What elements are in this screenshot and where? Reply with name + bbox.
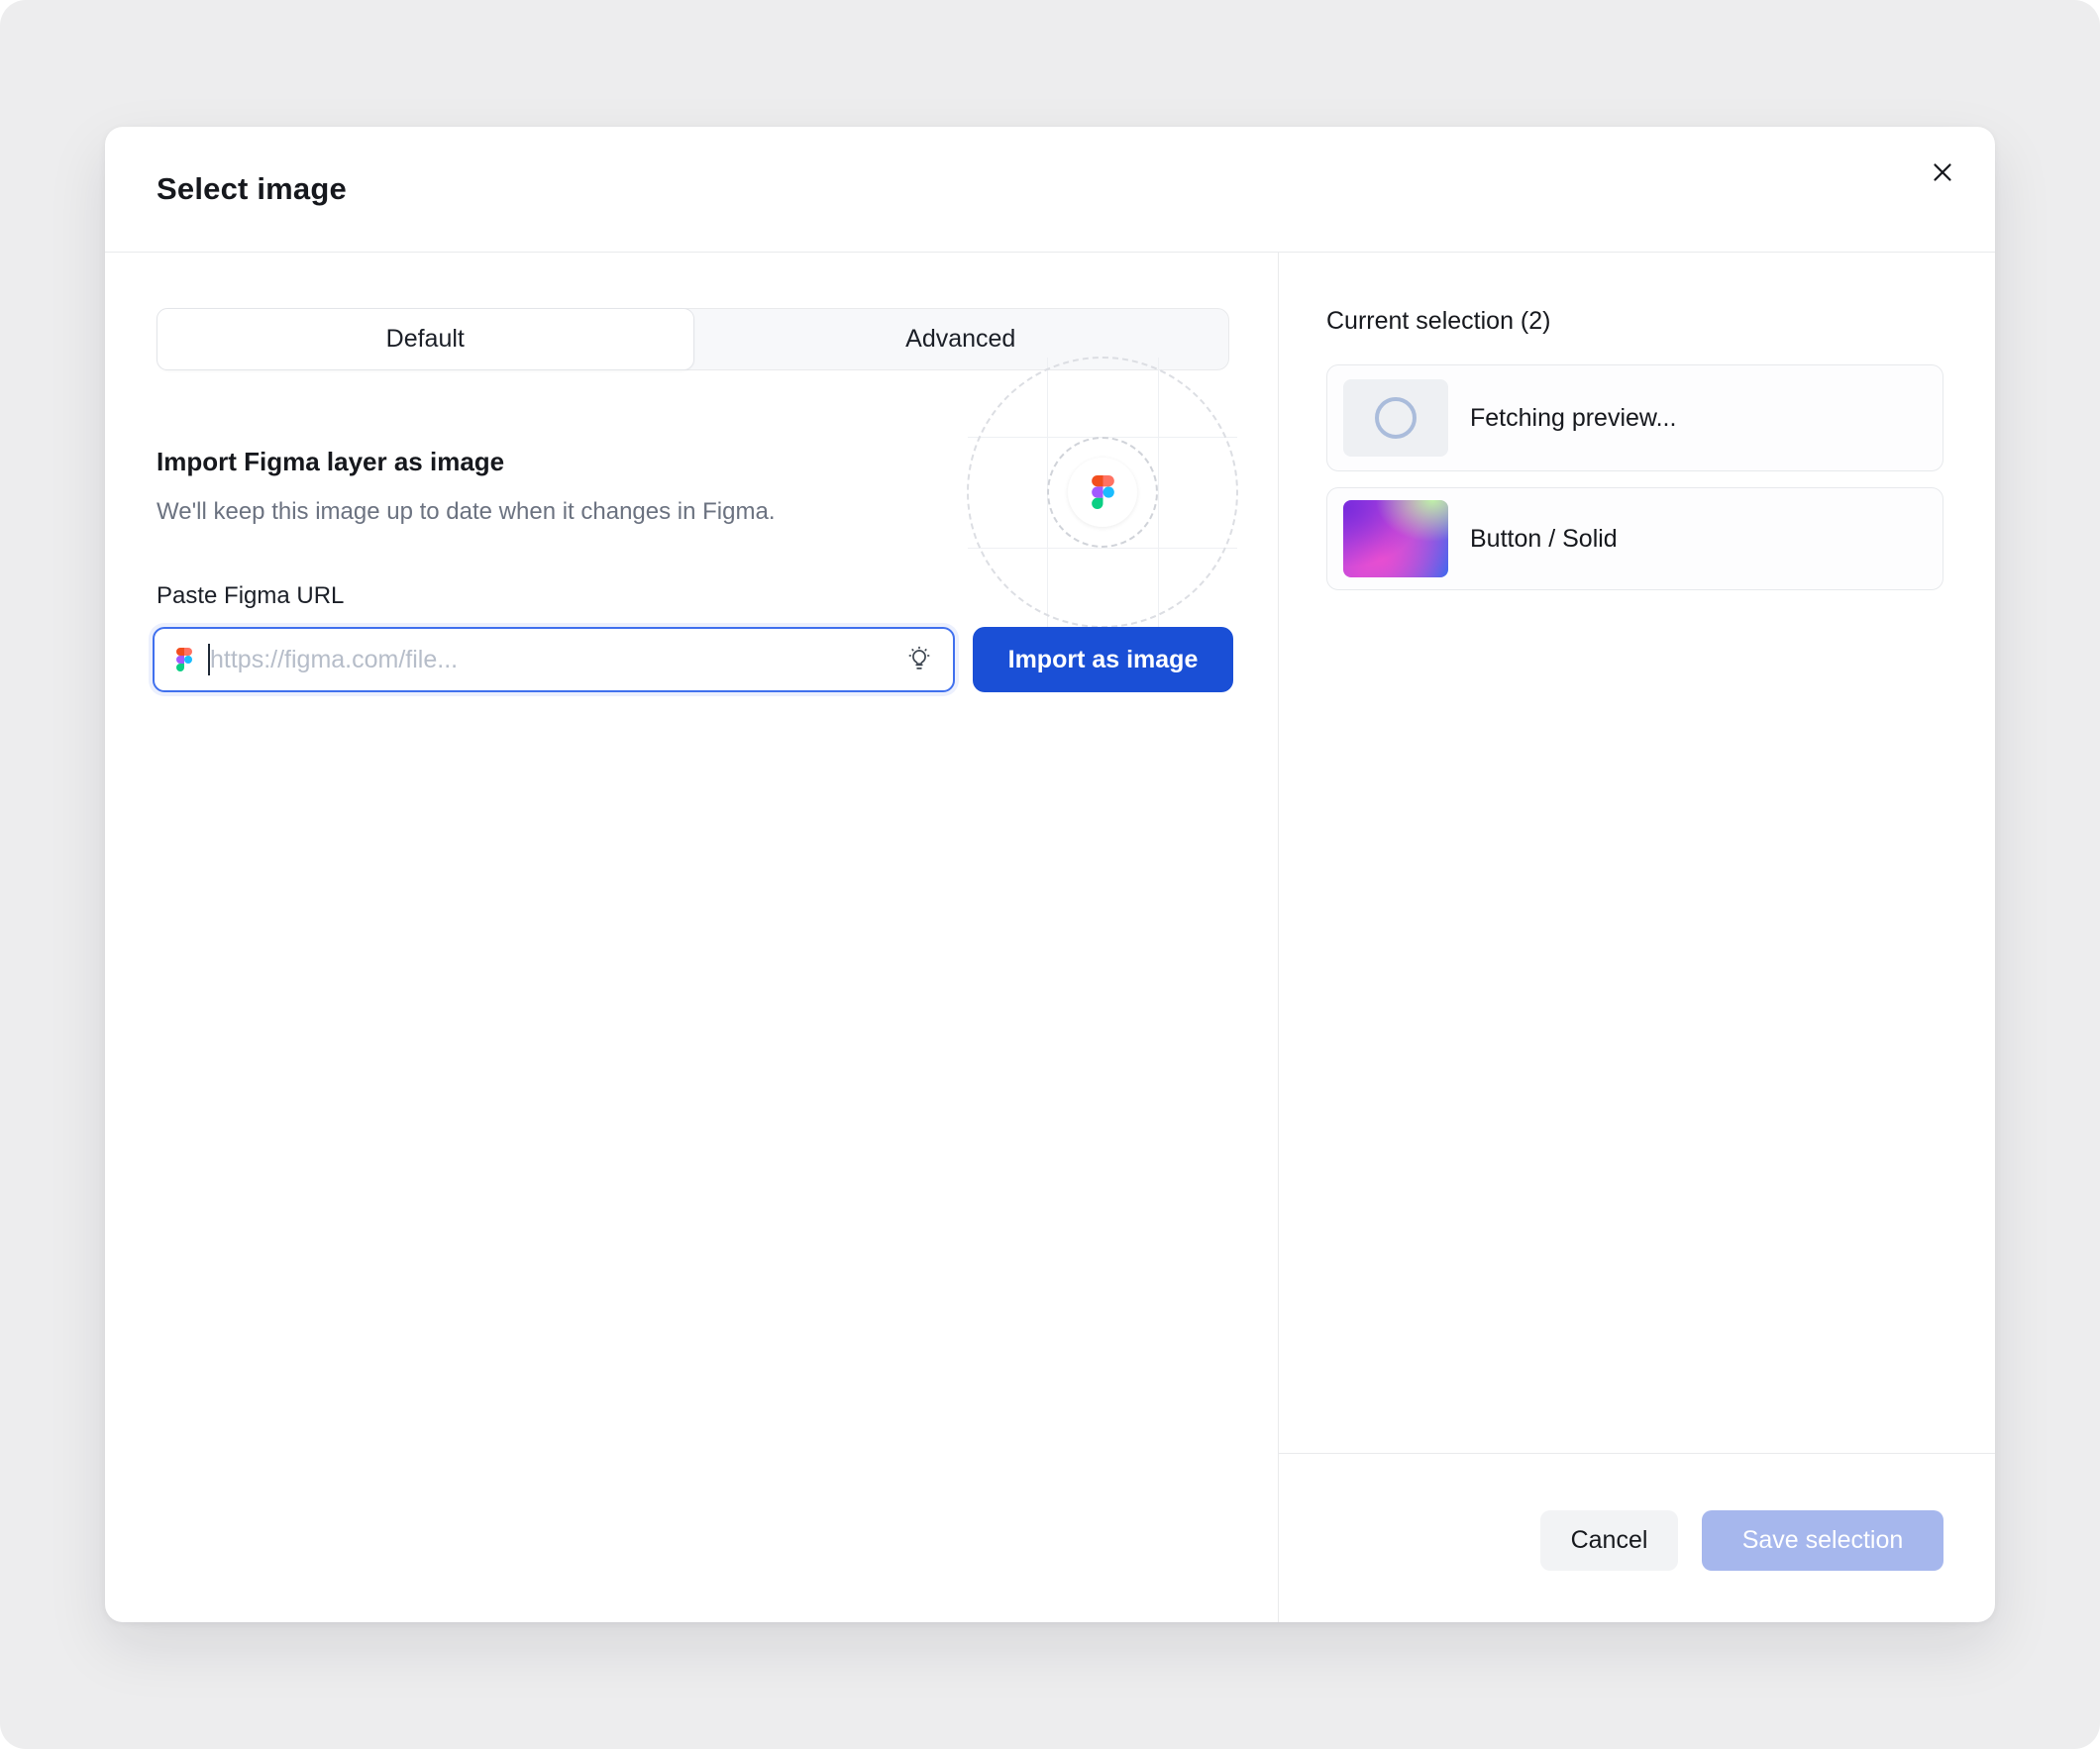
- tab-default[interactable]: Default: [157, 308, 694, 370]
- import-panel: Default Advanced: [105, 253, 1279, 1622]
- tab-advanced[interactable]: Advanced: [693, 309, 1229, 369]
- select-image-dialog: Select image Default Advanced: [105, 127, 1995, 1622]
- close-icon: [1928, 157, 1957, 190]
- gradient-thumbnail: [1343, 500, 1448, 577]
- dialog-header: Select image: [105, 127, 1995, 253]
- figma-logo-icon: [1068, 458, 1137, 527]
- spinner-icon: [1375, 397, 1417, 439]
- page-title: Select image: [157, 171, 347, 207]
- dashed-circle-inner: [1047, 437, 1158, 548]
- import-as-image-button[interactable]: Import as image: [973, 627, 1233, 692]
- dialog-footer: Cancel Save selection: [1279, 1453, 1995, 1622]
- dashed-circle-outer: [967, 357, 1238, 628]
- figma-url-input-wrap[interactable]: [153, 627, 955, 692]
- cancel-button[interactable]: Cancel: [1540, 1510, 1678, 1571]
- figma-url-input[interactable]: [210, 646, 905, 674]
- tabs: Default Advanced: [157, 308, 1229, 370]
- selection-item-fetching[interactable]: Fetching preview...: [1326, 364, 1943, 471]
- save-selection-button[interactable]: Save selection: [1702, 1510, 1943, 1571]
- selection-item-button-solid[interactable]: Button / Solid: [1326, 487, 1943, 590]
- selection-panel: Current selection (2) Fetching preview..…: [1279, 253, 1995, 1622]
- screen-background: Select image Default Advanced: [0, 0, 2100, 1749]
- lightbulb-icon[interactable]: [905, 646, 933, 673]
- figma-logo-icon: [176, 648, 192, 671]
- figma-url-row: Import as image: [153, 627, 1233, 692]
- import-section-description: We'll keep this image up to date when it…: [157, 498, 775, 526]
- selection-item-label: Fetching preview...: [1470, 404, 1676, 433]
- loading-thumbnail: [1343, 379, 1448, 457]
- close-button[interactable]: [1920, 151, 1965, 196]
- selection-item-label: Button / Solid: [1470, 525, 1618, 554]
- figma-url-label: Paste Figma URL: [157, 582, 344, 610]
- current-selection-title: Current selection (2): [1326, 307, 1550, 336]
- import-section-heading: Import Figma layer as image: [157, 447, 504, 477]
